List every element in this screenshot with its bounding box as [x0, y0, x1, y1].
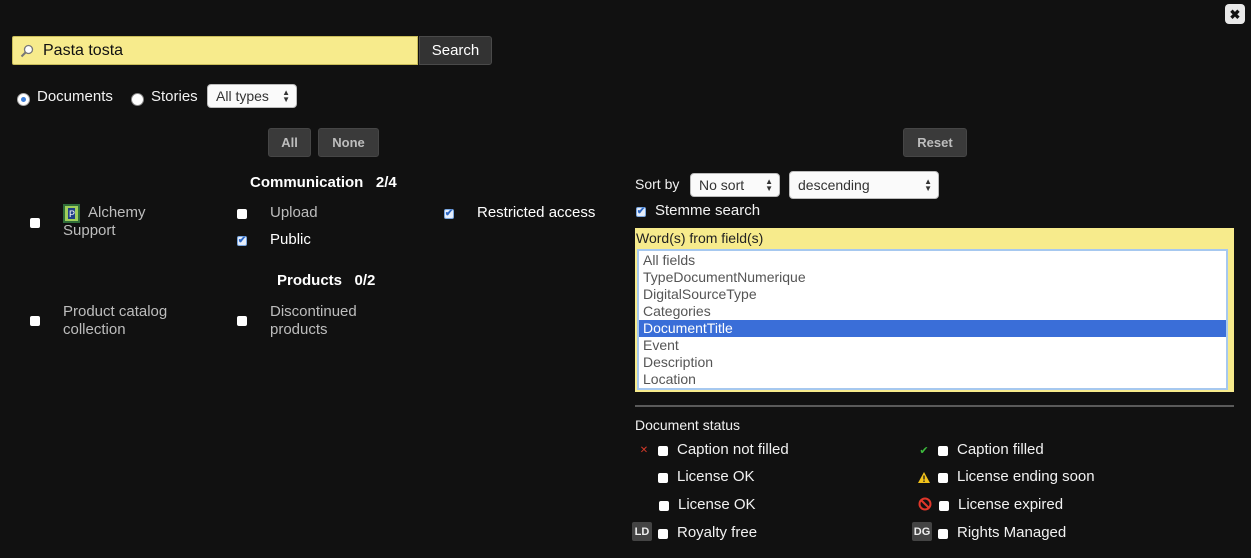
search-button[interactable]: Search [419, 36, 492, 65]
collection-label-restricted-access[interactable]: Restricted access [477, 204, 595, 222]
field-option[interactable]: Description [639, 354, 1226, 371]
types-select-value: All types [216, 88, 269, 104]
sort-order-value: descending [798, 177, 870, 193]
no-entry-icon [917, 496, 933, 512]
status-checkbox-license-ok-2[interactable] [659, 501, 669, 511]
group-title-products: Products 0/2 [277, 272, 376, 289]
documents-radio[interactable] [17, 93, 30, 106]
field-option[interactable]: Location [639, 371, 1226, 388]
group-count: 2/4 [375, 174, 397, 191]
collection-checkbox-restricted-access[interactable]: ✔ [444, 209, 454, 219]
select-none-button[interactable]: None [318, 128, 379, 157]
field-option-selected[interactable]: DocumentTitle [639, 320, 1226, 337]
status-checkbox-license-ending-soon[interactable] [938, 473, 948, 483]
field-option[interactable]: TypeDocumentNumerique [639, 269, 1226, 286]
status-label-license-ok-2[interactable]: License OK [678, 496, 756, 513]
sort-order-select[interactable]: descending ▲ ▼ [789, 171, 939, 199]
stories-label[interactable]: Stories [151, 88, 198, 105]
status-label-license-ending-soon[interactable]: License ending soon [957, 468, 1095, 485]
dg-badge-icon: DG [912, 522, 932, 541]
stemme-search-label[interactable]: Stemme search [655, 202, 760, 219]
status-checkbox-caption-not-filled[interactable] [658, 446, 668, 456]
stories-radio[interactable] [131, 93, 144, 106]
search-input[interactable] [43, 37, 413, 64]
field-panel-title: Word(s) from field(s) [636, 230, 764, 246]
collection-label-upload[interactable]: Upload [270, 204, 318, 222]
search-icon [20, 44, 34, 58]
collection-label-product-catalog[interactable]: Product catalog collection [63, 303, 193, 339]
close-button[interactable]: ✖ [1225, 4, 1245, 24]
select-all-button[interactable]: All [268, 128, 311, 157]
select-arrows-icon: ▲ ▼ [282, 88, 290, 104]
status-label-caption-filled[interactable]: Caption filled [957, 441, 1044, 458]
collection-label-discontinued[interactable]: Discontinued products [270, 303, 380, 339]
status-label-rights-managed[interactable]: Rights Managed [957, 524, 1066, 541]
field-option[interactable]: DigitalSourceType [639, 286, 1226, 303]
x-icon: ✕ [639, 444, 649, 456]
collection-checkbox-alchemy-support[interactable] [30, 218, 40, 228]
sort-field-value: No sort [699, 177, 745, 193]
reset-button[interactable]: Reset [903, 128, 967, 157]
status-checkbox-caption-filled[interactable] [938, 446, 948, 456]
checkmark-icon: ✔ [919, 444, 929, 457]
sort-field-select[interactable]: No sort ▲ ▼ [690, 173, 780, 197]
status-checkbox-license-ok[interactable] [658, 473, 668, 483]
field-panel: Word(s) from field(s) All fields TypeDoc… [635, 228, 1234, 392]
status-label-license-ok[interactable]: License OK [677, 468, 755, 485]
collection-checkbox-upload[interactable] [237, 209, 247, 219]
select-arrows-icon: ▲ ▼ [924, 177, 932, 193]
close-icon: ✖ [1229, 6, 1241, 22]
divider [635, 405, 1234, 407]
types-select[interactable]: All types ▲ ▼ [207, 84, 297, 108]
status-checkbox-license-expired[interactable] [939, 501, 949, 511]
ld-badge-icon: LD [632, 522, 652, 541]
field-listbox[interactable]: All fields TypeDocumentNumerique Digital… [637, 249, 1228, 390]
collection-checkbox-discontinued[interactable] [237, 316, 247, 326]
collection-label-alchemy-support[interactable]: Alchemy Support [63, 204, 183, 240]
field-option[interactable]: Categories [639, 303, 1226, 320]
documents-label[interactable]: Documents [37, 88, 113, 105]
status-label-caption-not-filled[interactable]: Caption not filled [677, 441, 789, 458]
warning-icon [916, 469, 932, 485]
collection-checkbox-public[interactable]: ✔ [237, 236, 247, 246]
sort-by-label: Sort by [635, 176, 680, 192]
group-title-communication: Communication 2/4 [250, 174, 397, 191]
status-label-royalty-free[interactable]: Royalty free [677, 524, 757, 541]
field-option[interactable]: All fields [639, 252, 1226, 269]
select-arrows-icon: ▲ ▼ [765, 177, 773, 193]
field-option[interactable]: Event [639, 337, 1226, 354]
collection-label-public[interactable]: Public [270, 231, 311, 249]
group-count: 0/2 [354, 272, 376, 289]
search-field[interactable] [12, 36, 418, 65]
status-checkbox-royalty-free[interactable] [658, 529, 668, 539]
collection-checkbox-product-catalog[interactable] [30, 316, 40, 326]
status-label-license-expired[interactable]: License expired [958, 496, 1063, 513]
stemme-search-checkbox[interactable]: ✔ [636, 207, 646, 217]
document-status-title: Document status [635, 417, 741, 433]
status-checkbox-rights-managed[interactable] [938, 529, 948, 539]
